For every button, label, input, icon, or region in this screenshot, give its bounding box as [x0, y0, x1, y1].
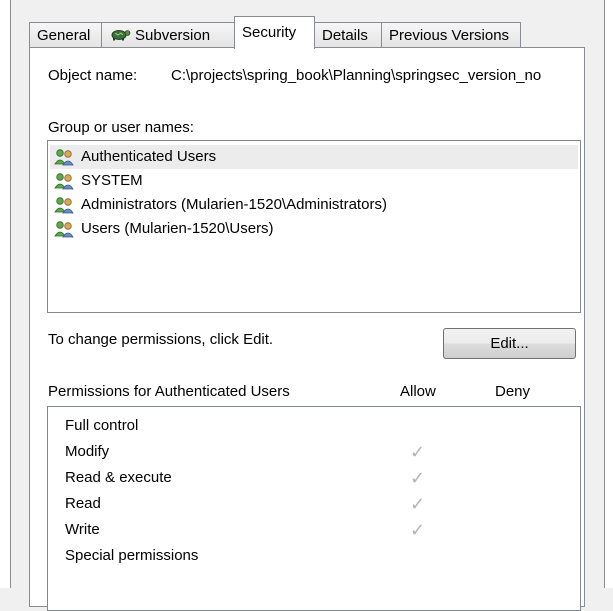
- users-icon: [54, 197, 74, 214]
- list-item-label: Users (Mularien-1520\Users): [81, 220, 274, 237]
- allow-check-icon: ✓: [410, 520, 426, 540]
- window-frame-right: [604, 0, 613, 588]
- allow-column-header: Allow: [400, 383, 436, 400]
- permissions-header: Permissions for Authenticated Users: [48, 383, 290, 400]
- list-item-label: Administrators (Mularien-1520\Administra…: [81, 196, 387, 213]
- permission-row-read: Read: [65, 495, 101, 512]
- object-name-label: Object name:: [48, 67, 138, 84]
- users-icon: [54, 221, 74, 238]
- tab-label: Subversion: [135, 27, 211, 44]
- permission-row-read-execute: Read & execute: [65, 469, 172, 486]
- tab-security[interactable]: Security: [234, 16, 315, 49]
- tab-label: Details: [322, 27, 368, 44]
- list-item[interactable]: Users (Mularien-1520\Users): [50, 217, 578, 241]
- tab-label: General: [37, 27, 91, 44]
- list-item-label: SYSTEM: [81, 172, 143, 189]
- group-user-list[interactable]: Authenticated Users SYSTEM Administrator…: [47, 140, 581, 313]
- permission-row-write: Write: [65, 521, 100, 538]
- tab-previous-versions[interactable]: Previous Versions: [381, 22, 521, 47]
- allow-check-icon: ✓: [410, 494, 426, 514]
- permission-row-modify: Modify: [65, 443, 110, 460]
- change-permissions-hint: To change permissions, click Edit.: [48, 331, 274, 348]
- list-item[interactable]: SYSTEM: [50, 169, 578, 193]
- allow-check-icon: ✓: [410, 442, 426, 462]
- group-names-label: Group or user names:: [48, 119, 194, 136]
- list-item[interactable]: Administrators (Mularien-1520\Administra…: [50, 193, 578, 217]
- allow-check-icon: ✓: [410, 468, 426, 488]
- users-icon: [54, 173, 74, 190]
- permission-row-full-control: Full control: [65, 417, 139, 434]
- list-item-label: Authenticated Users: [81, 148, 217, 165]
- tab-label: Previous Versions: [389, 27, 510, 44]
- edit-button[interactable]: Edit...: [443, 328, 576, 359]
- window-frame-left: [0, 0, 11, 588]
- tab-subversion[interactable]: Subversion: [101, 22, 236, 47]
- permission-row-special: Special permissions: [65, 547, 199, 564]
- object-name-value: C:\projects\spring_book\Planning\springs…: [171, 67, 542, 84]
- users-icon: [54, 149, 74, 166]
- tab-details[interactable]: Details: [314, 22, 382, 47]
- permissions-list[interactable]: Full control Modify Read & execute Read …: [47, 406, 581, 611]
- deny-column-header: Deny: [495, 383, 531, 400]
- tab-label: Security: [242, 24, 297, 41]
- tab-general[interactable]: General: [29, 22, 102, 47]
- list-item[interactable]: Authenticated Users: [50, 145, 578, 169]
- security-panel: Object name: C:\projects\spring_book\Pla…: [29, 47, 585, 611]
- tortoise-icon: [109, 24, 131, 49]
